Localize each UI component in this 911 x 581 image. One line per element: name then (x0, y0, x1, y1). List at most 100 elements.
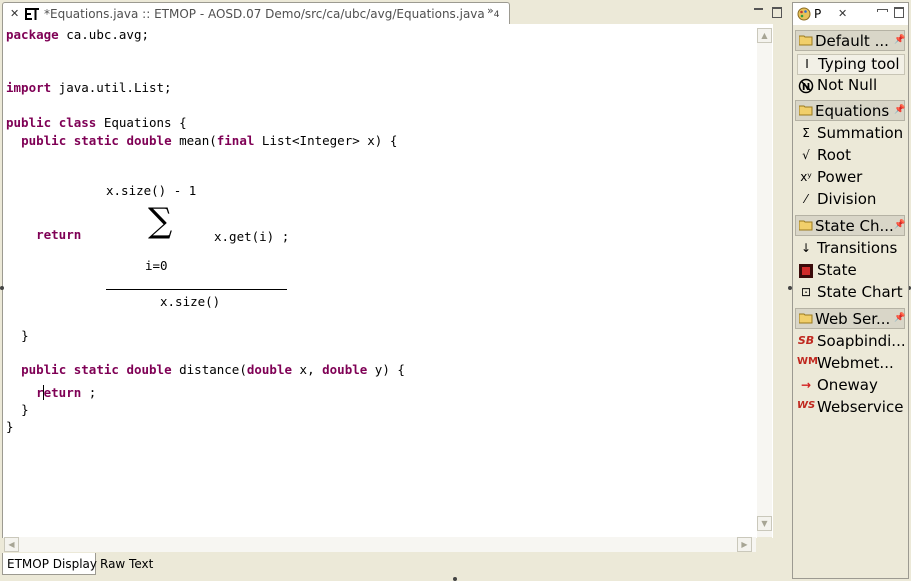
minimize-icon[interactable] (877, 9, 888, 12)
code-line-return-distance: return ; (36, 385, 97, 400)
tool-label: State Chart (817, 283, 903, 301)
tool-webmethod[interactable]: WM Webmet... (797, 354, 905, 375)
drawer-equations[interactable]: Equations 📌 (795, 100, 905, 121)
folder-open-icon (799, 105, 813, 116)
tool-oneway[interactable]: → Oneway (797, 376, 905, 397)
folder-open-icon (799, 313, 813, 324)
horizontal-scrollbar[interactable]: ◀ ▶ (4, 537, 756, 552)
etmop-editor-icon (25, 8, 39, 20)
palette-icon (797, 7, 811, 21)
pin-icon[interactable]: 📌 (894, 220, 905, 230)
code-line-close-distance: } (21, 402, 29, 417)
maximize-icon[interactable] (772, 7, 782, 18)
tool-soapbinding[interactable]: SB Soapbindi... (797, 332, 906, 353)
arrow-right-icon: → (800, 378, 812, 392)
pin-icon[interactable]: 📌 (894, 313, 905, 323)
editor-tab-title: *Equations.java :: ETMOP - AOSD.07 Demo/… (44, 7, 485, 21)
tab-raw-text[interactable]: Raw Text (96, 553, 160, 575)
tool-label: Division (817, 190, 877, 208)
not-null-icon: N (797, 78, 815, 95)
code-line-close-class: } (6, 419, 14, 434)
tool-typing-tool[interactable]: I Typing tool (797, 54, 905, 75)
arrow-down-icon: ↓ (800, 241, 812, 255)
code-line-class: public class Equations { (6, 115, 187, 130)
drawer-label: Web Ser... (815, 310, 891, 328)
state-chart-icon: ⊡ (800, 285, 812, 299)
palette-tab[interactable]: P ✕ (793, 3, 908, 25)
tool-root[interactable]: √ Root (797, 146, 905, 167)
code-area[interactable]: package ca.ubc.avg; import java.util.Lis… (6, 24, 766, 536)
tool-label: Root (817, 146, 851, 164)
scrollbar-corner (757, 537, 772, 552)
drawer-state-chart[interactable]: State Ch... 📌 (795, 215, 905, 236)
folder-open-icon (799, 220, 813, 231)
division-icon: ⁄ (804, 192, 807, 206)
scroll-right-icon[interactable]: ▶ (737, 537, 752, 552)
tool-transitions[interactable]: ↓ Transitions (797, 239, 905, 260)
vertical-scrollbar[interactable]: ▲ ▼ (757, 28, 772, 538)
webservice-icon: WS (797, 400, 816, 411)
summation-upper-bound: x.size() - 1 (106, 183, 197, 198)
scroll-down-icon[interactable]: ▼ (757, 516, 772, 531)
editor-body[interactable]: package ca.ubc.avg; import java.util.Lis… (2, 24, 773, 538)
tool-label: Transitions (817, 239, 898, 257)
drawer-label: Equations (815, 102, 890, 120)
tool-summation[interactable]: Σ Summation (797, 124, 905, 145)
editor-titlebar: ✕ *Equations.java :: ETMOP - AOSD.07 Dem… (2, 2, 786, 24)
text-cursor-icon: I (805, 57, 809, 71)
tool-state[interactable]: State (797, 261, 905, 282)
code-line-import: import java.util.List; (6, 80, 172, 95)
editor-view: ✕ *Equations.java :: ETMOP - AOSD.07 Dem… (0, 0, 788, 581)
tab-overflow-indicator[interactable]: »4 (487, 4, 499, 20)
tool-label: State (817, 261, 857, 279)
tool-label: Power (817, 168, 863, 186)
folder-open-icon (799, 35, 813, 46)
tab-overflow-count: 4 (493, 10, 500, 21)
fraction-bar (106, 289, 287, 290)
tool-webservice[interactable]: WS Webservice (797, 398, 905, 419)
power-icon: xʸ (800, 170, 812, 184)
state-icon (797, 263, 815, 280)
maximize-icon[interactable] (894, 7, 904, 18)
close-icon[interactable]: ✕ (10, 7, 19, 20)
root-icon: √ (802, 148, 810, 162)
code-line-mean: public static double mean(final List<Int… (21, 133, 398, 148)
drawer-web-services[interactable]: Web Ser... 📌 (795, 308, 905, 329)
tool-label: Webservice (817, 398, 904, 416)
minimize-icon[interactable] (754, 7, 763, 16)
code-line-distance: public static double distance(double x, … (21, 362, 405, 377)
pin-icon[interactable]: 📌 (894, 35, 905, 45)
drawer-label: Default ... (815, 32, 889, 50)
code-line-return-mean: return (36, 227, 82, 242)
summation-symbol: ∑ (148, 201, 173, 241)
sigma-icon: Σ (802, 126, 810, 140)
summation-term: x.get(i) ; (214, 229, 290, 244)
code-line-package: package ca.ubc.avg; (6, 27, 149, 42)
palette-view: P ✕ Default ... 📌 I Typing tool N Not Nu… (792, 2, 909, 579)
summation-lower-bound: i=0 (145, 258, 168, 273)
tool-label: Summation (817, 124, 904, 142)
tool-label: Oneway (817, 376, 878, 394)
soapbinding-icon: SB (797, 334, 815, 347)
close-icon[interactable]: ✕ (838, 7, 847, 20)
editor-tab[interactable]: ✕ *Equations.java :: ETMOP - AOSD.07 Dem… (2, 2, 510, 24)
palette-title: P (814, 7, 822, 21)
pin-icon[interactable]: 📌 (894, 105, 905, 115)
drawer-default[interactable]: Default ... 📌 (795, 30, 905, 51)
sash-handle-bottom[interactable] (453, 577, 457, 581)
webmethod-icon: WM (797, 356, 818, 367)
tool-state-chart[interactable]: ⊡ State Chart (797, 283, 905, 304)
tool-power[interactable]: xʸ Power (797, 168, 905, 189)
drawer-label: State Ch... (815, 217, 894, 235)
tab-etmop-display[interactable]: ETMOP Display (2, 553, 97, 575)
fraction-denominator: x.size() (160, 294, 221, 309)
scroll-left-icon[interactable]: ◀ (4, 537, 19, 552)
tool-label: Webmet... (817, 354, 894, 372)
tool-division[interactable]: ⁄ Division (797, 190, 905, 211)
scroll-up-icon[interactable]: ▲ (757, 28, 772, 43)
tool-label: Typing tool (818, 55, 900, 73)
tool-label: Not Null (817, 76, 878, 94)
tool-not-null[interactable]: N Not Null (797, 76, 905, 97)
tool-label: Soapbindi... (817, 332, 906, 350)
sash-handle-left[interactable] (0, 286, 4, 290)
